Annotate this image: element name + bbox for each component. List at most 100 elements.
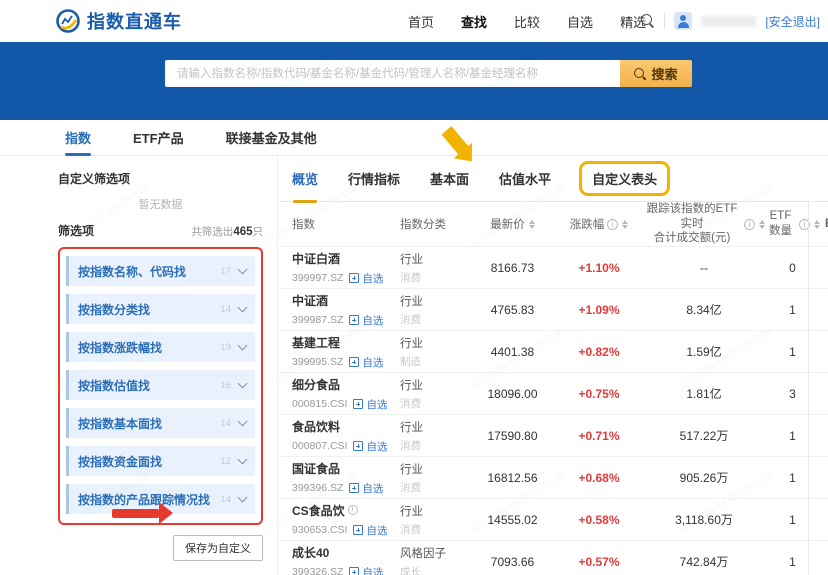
filter-accordion-item[interactable]: 按指数涨跌幅找 19	[66, 332, 255, 362]
plus-icon	[353, 525, 363, 535]
chevron-down-icon	[238, 303, 248, 313]
info-icon[interactable]: i	[744, 219, 755, 230]
add-to-watchlist-button[interactable]: 自选	[349, 481, 383, 496]
banner-search-group: 搜索	[165, 60, 692, 87]
etf-turnover: 3,118.60万	[643, 511, 765, 528]
info-icon[interactable]: i	[607, 219, 618, 230]
chevron-down-icon	[238, 417, 248, 427]
search-icon[interactable]	[641, 14, 655, 28]
category-tab[interactable]: ETF产品	[133, 120, 184, 156]
chevron-down-icon	[238, 379, 248, 389]
plus-icon	[353, 441, 363, 451]
etf-count: 1	[765, 513, 820, 527]
plus-icon	[349, 273, 359, 283]
filter-accordion-item[interactable]: 按指数分类找 14	[66, 294, 255, 324]
index-name[interactable]: 基建工程	[292, 334, 340, 351]
col-turnover[interactable]: 跟踪该指数的ETF实时 合计成交额(元) i	[643, 202, 765, 245]
change-percent: +0.68%	[555, 471, 643, 485]
category-cell: 行业 制造	[400, 335, 470, 369]
index-search-input[interactable]	[165, 60, 620, 87]
index-name[interactable]: 成长40	[292, 544, 329, 561]
add-to-watchlist-button[interactable]: 自选	[349, 313, 383, 328]
index-name[interactable]: 中证酒	[292, 292, 328, 309]
filter-accordion-item[interactable]: 按指数估值找 16	[66, 370, 255, 400]
user-avatar-icon[interactable]	[674, 12, 692, 30]
index-code: 399995.SZ	[292, 356, 343, 368]
save-as-custom-button[interactable]: 保存为自定义	[173, 535, 263, 561]
etf-turnover: 517.22万	[643, 427, 765, 444]
latest-price: 4765.83	[470, 303, 555, 317]
index-code: 399987.SZ	[292, 314, 343, 326]
index-cell: 中证酒 399987.SZ 自选	[292, 292, 400, 328]
category-cell: 行业 消费	[400, 503, 470, 537]
latest-price: 8166.73	[470, 261, 555, 275]
result-count: 共筛选出465只	[191, 224, 263, 239]
col-change[interactable]: 涨跌幅 i	[555, 216, 643, 232]
view-tab[interactable]: 概览	[290, 165, 320, 192]
table-header: 指数 指数分类 最新价 涨跌幅 i 跟踪该指数的ETF实时 合计	[280, 202, 828, 246]
view-tab[interactable]: 行情指标	[346, 165, 402, 192]
category-cell: 行业 消费	[400, 461, 470, 495]
plus-icon	[353, 399, 363, 409]
col-price[interactable]: 最新价	[470, 216, 555, 232]
save-row: 保存为自定义	[58, 535, 263, 561]
index-name[interactable]: CS食品饮	[292, 502, 345, 519]
view-tab[interactable]: 估值水平	[497, 165, 553, 192]
search-button[interactable]: 搜索	[620, 60, 692, 87]
etf-turnover: 1.81亿	[643, 385, 765, 402]
table-row: 国证食品 399396.SZ 自选 行业 消费 16812.56 +0.68% …	[280, 456, 828, 498]
add-to-watchlist-button[interactable]: 自选	[349, 271, 383, 286]
empty-state-text: 暂无数据	[58, 196, 263, 212]
top-header: 指数直通车 首页查找比较自选精选 [安全退出]	[0, 0, 828, 42]
table-row: 成长40 399326.SZ 自选 风格因子 成长 7093.66 +0.57%…	[280, 540, 828, 575]
filter-accordion-item[interactable]: 按指数基本面找 14	[66, 408, 255, 438]
search-banner: 搜索	[0, 42, 828, 120]
index-name[interactable]: 国证食品	[292, 460, 340, 477]
index-name[interactable]: 细分食品	[292, 376, 340, 393]
info-icon: i	[348, 505, 358, 515]
category-tab[interactable]: 指数	[65, 120, 91, 156]
logo[interactable]: 指数直通车	[55, 8, 182, 34]
nav-item[interactable]: 首页	[408, 12, 434, 31]
add-to-watchlist-button[interactable]: 自选	[349, 565, 383, 575]
index-code: 399997.SZ	[292, 272, 343, 284]
filter-title: 筛选项	[58, 222, 94, 239]
col-index: 指数	[292, 216, 400, 232]
logo-chart-icon	[55, 8, 81, 34]
category-tab[interactable]: 联接基金及其他	[226, 120, 317, 156]
filter-label: 按指数估值找	[78, 377, 150, 394]
chevron-down-icon	[238, 265, 248, 275]
nav-item[interactable]: 查找	[461, 12, 487, 31]
category-cell: 行业 消费	[400, 251, 470, 285]
index-name[interactable]: 食品饮料	[292, 418, 340, 435]
nav-item[interactable]: 比较	[514, 12, 540, 31]
sort-icon[interactable]	[529, 220, 535, 229]
index-table: E 指数 指数分类 最新价 涨跌幅 i 跟踪该指数的E	[280, 202, 828, 575]
view-tab[interactable]: 基本面	[428, 165, 471, 192]
search-icon	[634, 68, 646, 80]
filter-label: 按指数分类找	[78, 301, 150, 318]
add-to-watchlist-button[interactable]: 自选	[353, 397, 387, 412]
sort-icon[interactable]	[814, 220, 820, 229]
latest-price: 14555.02	[470, 513, 555, 527]
etf-count: 0	[765, 261, 820, 275]
table-row: CS食品饮 i 930653.CSI 自选 行业 消费 14555.02 +0.…	[280, 498, 828, 540]
filter-count: 17	[220, 266, 231, 277]
add-to-watchlist-button[interactable]: 自选	[349, 355, 383, 370]
change-percent: +1.09%	[555, 303, 643, 317]
col-etf-count[interactable]: ETF数量 i	[765, 210, 820, 238]
logout-link[interactable]: [安全退出]	[765, 13, 820, 30]
filter-accordion-item[interactable]: 按指数名称、代码找 17	[66, 256, 255, 286]
index-name[interactable]: 中证白酒	[292, 250, 340, 267]
nav-item[interactable]: 自选	[567, 12, 593, 31]
index-cell: 国证食品 399396.SZ 自选	[292, 460, 400, 496]
add-to-watchlist-button[interactable]: 自选	[353, 439, 387, 454]
table-row: 中证酒 399987.SZ 自选 行业 消费 4765.83 +1.09% 8.…	[280, 288, 828, 330]
add-to-watchlist-button[interactable]: 自选	[353, 523, 387, 538]
view-tabs: 概览行情指标基本面估值水平自定义表头	[280, 156, 828, 202]
view-tab[interactable]: 自定义表头	[579, 161, 670, 196]
sort-icon[interactable]	[622, 220, 628, 229]
filter-label: 按指数名称、代码找	[78, 263, 186, 280]
filter-accordion-item[interactable]: 按指数资金面找 12	[66, 446, 255, 476]
category-cell: 风格因子 成长	[400, 545, 470, 575]
